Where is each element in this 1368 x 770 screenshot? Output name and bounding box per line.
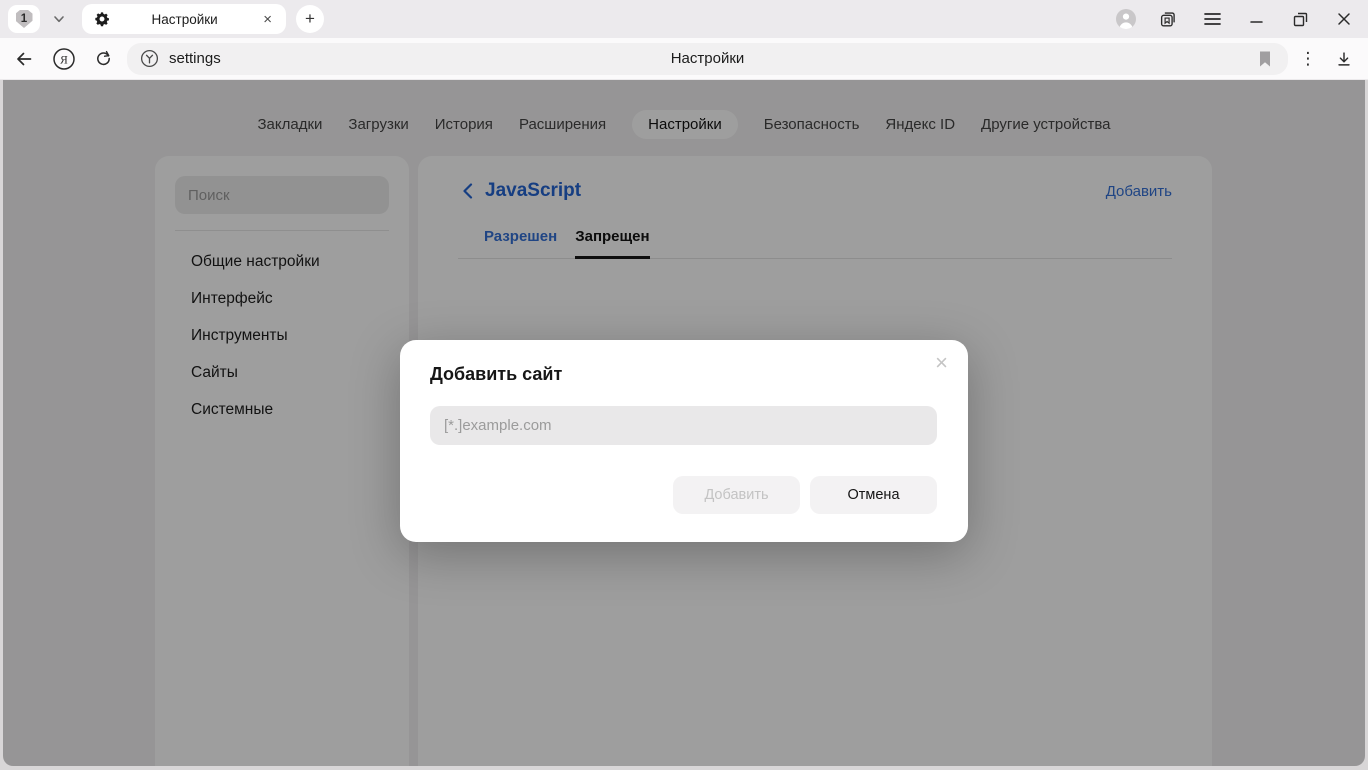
reload-button[interactable]: [89, 45, 117, 73]
address-bar[interactable]: settings Настройки: [127, 43, 1288, 75]
close-window-button[interactable]: [1332, 7, 1356, 31]
profile-avatar[interactable]: [1116, 9, 1136, 29]
window-controls: [1116, 7, 1356, 31]
gear-icon: [94, 11, 110, 27]
dialog-title: Добавить сайт: [430, 364, 562, 385]
add-site-dialog: Добавить сайт × Добавить Отмена: [400, 340, 968, 542]
dialog-add-button[interactable]: Добавить: [673, 476, 800, 514]
new-tab-button[interactable]: +: [296, 5, 324, 33]
tab-counter-button[interactable]: 1: [8, 5, 40, 33]
hamburger-menu-icon: [1204, 12, 1221, 26]
url-text: settings: [169, 50, 221, 67]
yandex-home-button[interactable]: Я: [50, 45, 78, 73]
back-button[interactable]: [10, 45, 38, 73]
bookmark-flag-icon: [1257, 50, 1273, 68]
site-badge-icon: [139, 48, 160, 69]
minimize-button[interactable]: [1244, 7, 1268, 31]
download-icon: [1335, 50, 1353, 68]
tab-strip: 1 Настройки × +: [0, 0, 1368, 38]
kebab-menu-icon: ⋮: [1300, 49, 1317, 69]
svg-text:Я: Я: [60, 54, 68, 66]
tab-count-badge: 1: [16, 10, 33, 28]
minimize-icon: [1250, 13, 1263, 26]
browser-toolbar: Я settings Настройки ⋮: [0, 38, 1368, 80]
settings-page: Закладки Загрузки История Расширения Нас…: [3, 80, 1365, 766]
side-panel-button[interactable]: [1156, 7, 1180, 31]
yandex-logo-icon: Я: [52, 47, 76, 71]
tab-title: Настройки: [110, 12, 259, 27]
browser-menu-button[interactable]: [1200, 7, 1224, 31]
close-icon: [1337, 12, 1351, 26]
tab-list-chevron-button[interactable]: [46, 6, 72, 32]
dialog-cancel-button[interactable]: Отмена: [810, 476, 937, 514]
browser-tab-settings[interactable]: Настройки ×: [82, 4, 286, 34]
browser-window: 1 Настройки × +: [0, 0, 1368, 770]
dialog-close-icon[interactable]: ×: [931, 348, 952, 378]
downloads-button[interactable]: [1330, 45, 1358, 73]
page-title: Настройки: [127, 50, 1288, 67]
back-arrow-icon: [14, 49, 34, 69]
dialog-buttons: Добавить Отмена: [673, 476, 937, 514]
plus-icon: +: [305, 9, 315, 29]
bookmarks-panel-icon: [1158, 9, 1178, 29]
toolbar-menu-button[interactable]: ⋮: [1294, 45, 1322, 73]
tab-close-icon[interactable]: ×: [259, 10, 276, 29]
chevron-down-icon: [52, 12, 66, 26]
site-url-input[interactable]: [430, 406, 937, 445]
reload-icon: [94, 49, 113, 68]
restore-window-icon: [1293, 12, 1308, 27]
maximize-button[interactable]: [1288, 7, 1312, 31]
bookmark-button[interactable]: [1250, 46, 1280, 72]
